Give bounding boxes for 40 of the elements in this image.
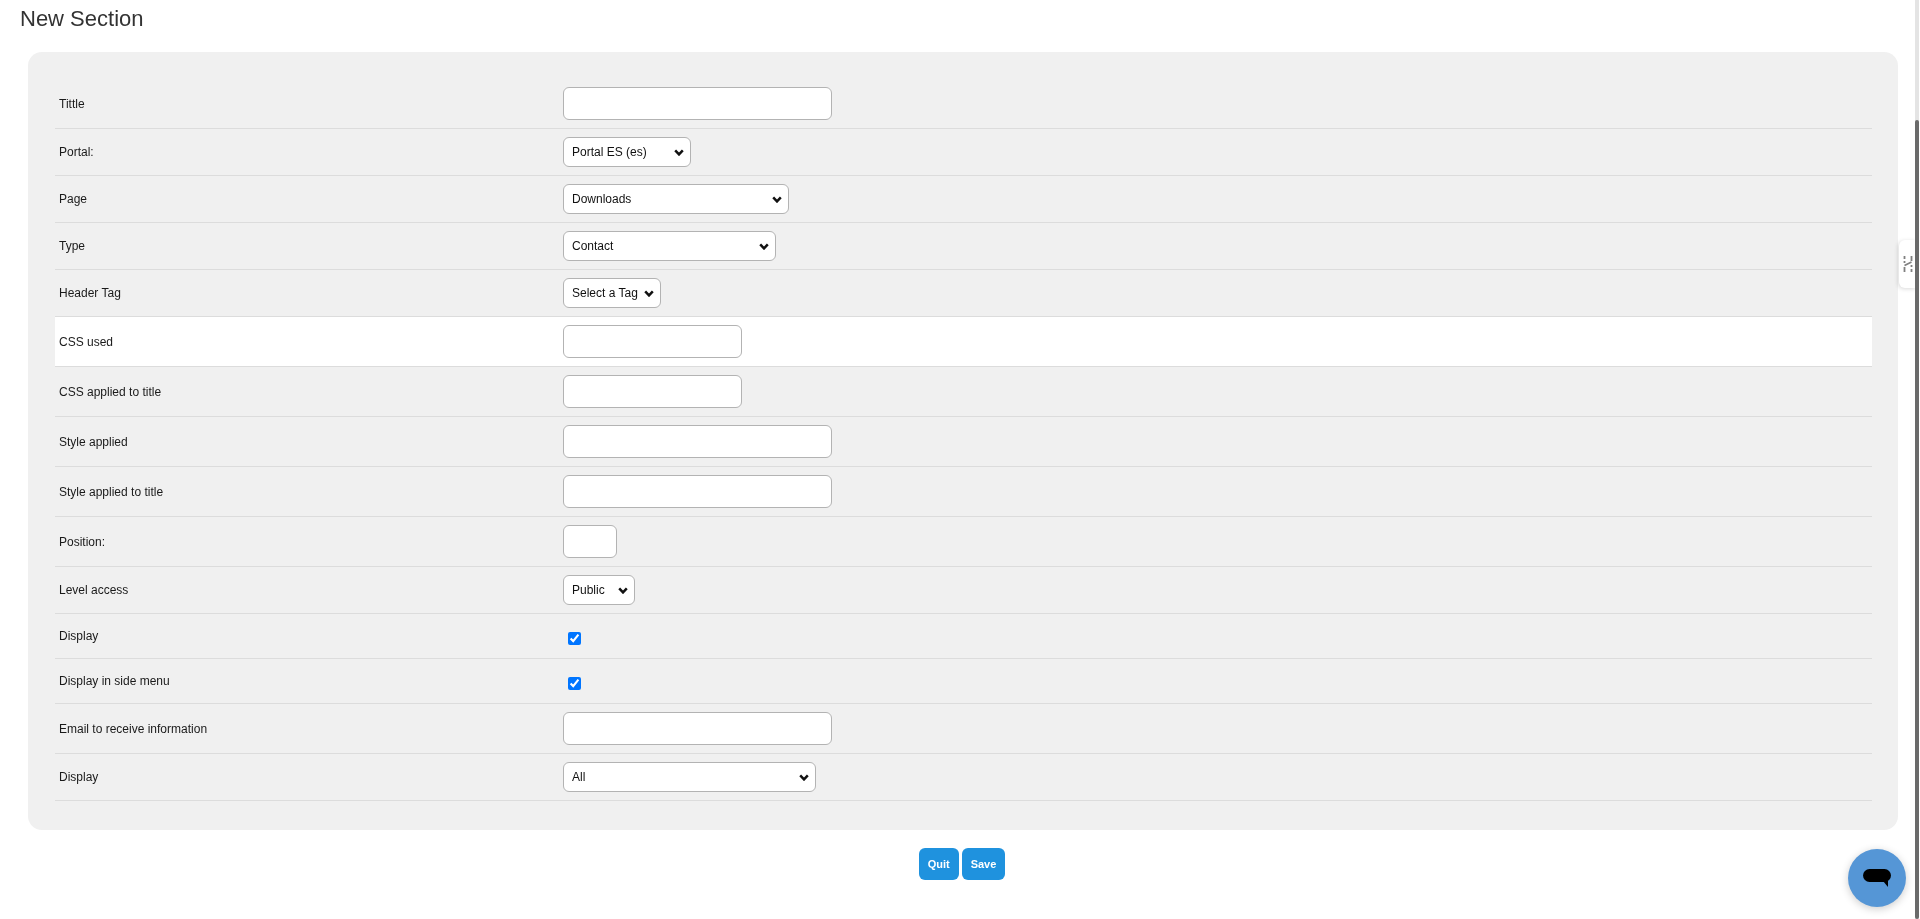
field-label: Portal: — [59, 144, 94, 161]
dropdown[interactable]: Downloads — [563, 184, 789, 214]
chat-button[interactable] — [1848, 849, 1906, 907]
text-field[interactable] — [563, 425, 832, 458]
dropdown[interactable]: Public — [563, 575, 635, 605]
text-field[interactable] — [563, 475, 832, 508]
field-label: Display in side menu — [59, 673, 170, 690]
field-label: Display — [59, 769, 99, 786]
field-label: Email to receive information — [59, 720, 208, 738]
field-label: CSS used — [59, 333, 114, 351]
field-label: Position: — [59, 533, 106, 551]
text-field[interactable] — [563, 325, 742, 358]
dropdown[interactable]: All — [563, 762, 816, 792]
field-label: Display — [59, 628, 99, 645]
chevron-down-icon — [772, 195, 782, 203]
text-field[interactable] — [563, 525, 617, 558]
dropdown[interactable]: Portal ES (es) — [563, 137, 691, 167]
text-field[interactable] — [563, 87, 832, 120]
dropdown[interactable]: Contact — [563, 231, 776, 261]
text-field[interactable] — [563, 375, 742, 408]
chevron-down-icon — [799, 773, 809, 781]
text-field[interactable] — [563, 712, 832, 745]
field-label: Header Tag — [59, 285, 121, 302]
chat-bubble-icon — [1863, 869, 1891, 887]
checkbox[interactable] — [568, 676, 581, 690]
field-label: Page — [59, 191, 88, 208]
page-title: New Section — [20, 5, 144, 33]
field-label: Type — [59, 238, 85, 255]
chevron-down-icon — [674, 148, 684, 156]
dropdown[interactable]: Select a Tag — [563, 278, 661, 308]
field-label: CSS applied to title — [59, 383, 162, 401]
checkbox[interactable] — [568, 631, 581, 645]
field-label: Tittle — [59, 95, 85, 113]
h-shape-icon — [1902, 256, 1913, 272]
chevron-down-icon — [618, 586, 628, 594]
field-label: Style applied — [59, 433, 128, 451]
chevron-down-icon — [644, 289, 654, 297]
field-label: Level access — [59, 582, 129, 599]
chevron-down-icon — [759, 242, 769, 250]
field-label: Style applied to title — [59, 483, 164, 501]
